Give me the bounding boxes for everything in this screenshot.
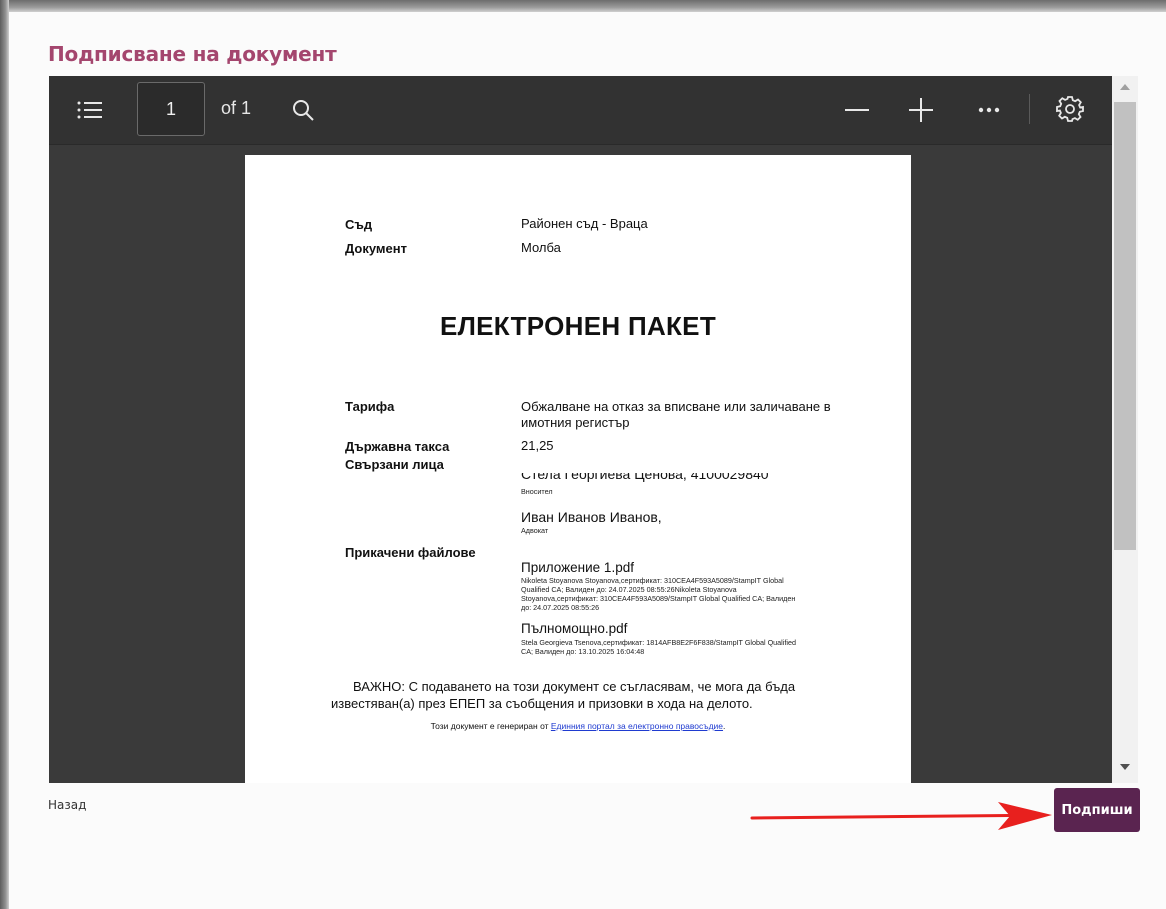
tariff-value-line1: Обжалване на отказ за вписване или залич…: [521, 399, 831, 414]
scrollbar-thumb[interactable]: [1114, 102, 1136, 550]
tariff-label: Тарифа: [345, 399, 395, 414]
toolbar-divider: [1029, 94, 1030, 124]
zoom-out-button[interactable]: [841, 94, 873, 126]
court-value: Районен съд - Враца: [521, 216, 648, 231]
pdf-toolbar: 1 of 1: [49, 76, 1112, 145]
file2-signature-line1: Stela Georgieva Tsenova,сертификат: 1814…: [521, 638, 796, 647]
pdf-page: Съд Районен съд - Враца Документ Молба Е…: [245, 155, 911, 783]
document-heading: ЕЛЕКТРОНЕН ПАКЕТ: [439, 311, 717, 341]
document-footer: Този документ е генериран от Единния пор…: [245, 721, 911, 731]
plus-icon: [909, 98, 933, 122]
pdf-viewer[interactable]: 1 of 1 Съд Районен съд - Враца Документ …: [49, 76, 1112, 783]
file1-signature-line1: Nikoleta Stoyanova Stoyanova,сертификат:…: [521, 576, 784, 585]
court-label: Съд: [345, 217, 373, 232]
settings-button[interactable]: [1053, 92, 1087, 126]
search-icon: [293, 100, 314, 121]
window-frame-left: [0, 0, 9, 909]
search-button[interactable]: [287, 94, 319, 126]
document-value: Молба: [521, 240, 561, 255]
page-count: of 1: [221, 98, 252, 118]
document-label: Документ: [345, 241, 407, 256]
scroll-up-arrow-icon[interactable]: [1120, 84, 1130, 90]
related-persons-label: Свързани лица: [345, 457, 444, 472]
person2-role: Адвокат: [521, 526, 549, 535]
sign-button[interactable]: Подпиши: [1054, 788, 1140, 832]
file2-name: Пълномощно.pdf: [521, 621, 628, 636]
red-arrow-icon: [750, 802, 1052, 830]
outline-toggle-button[interactable]: [73, 94, 105, 126]
file1-signature-line2: Qualified CA; Валиден до: 24.07.2025 08:…: [521, 585, 737, 594]
scroll-down-arrow-icon[interactable]: [1120, 764, 1130, 770]
more-options-button[interactable]: [973, 94, 1005, 126]
footer-suffix: .: [723, 721, 726, 731]
minus-icon: [845, 109, 869, 111]
window-frame-top: [0, 0, 1166, 12]
fee-label: Държавна такса: [345, 439, 450, 454]
page-title: Подписване на документ: [48, 42, 337, 66]
fee-value: 21,25: [521, 438, 554, 453]
file1-name: Приложение 1.pdf: [521, 560, 634, 575]
notice-line1: ВАЖНО: С подаването на този документ се …: [353, 679, 796, 694]
back-link[interactable]: Назад: [48, 798, 86, 812]
portal-link[interactable]: Единния портал за електронно правосъдие: [551, 721, 723, 731]
zoom-in-button[interactable]: [905, 94, 937, 126]
notice-line2: известяван(а) през ЕПЕП за съобщения и п…: [331, 696, 753, 711]
file2-signature-line2: CA; Валиден до: 13.10.2025 16:04:48: [521, 647, 645, 656]
page-number-input[interactable]: 1: [137, 82, 205, 136]
gear-icon: [1056, 96, 1084, 122]
footer-prefix: Този документ е генериран от: [430, 721, 551, 731]
file1-signature-line3: Stoyanova,сертификат: 310CEA4F593A5089/S…: [521, 594, 796, 603]
viewer-scrollbar[interactable]: [1112, 76, 1138, 783]
person2-name: Иван Иванов Иванов,: [521, 509, 662, 525]
attached-files-label: Прикачени файлове: [345, 545, 476, 560]
list-icon: [77, 101, 102, 119]
person1-name: Стела Георгиева Ценова, 4100029840: [521, 473, 769, 482]
tariff-value-line2: имотния регистър: [521, 415, 630, 430]
person1-role: Вносител: [521, 487, 553, 496]
more-icon: [978, 107, 1000, 113]
person1-clip: Стела Георгиева Ценова, 4100029840: [521, 473, 901, 485]
file1-signature-line4: до: 24.07.2025 08:55:26: [521, 603, 600, 612]
